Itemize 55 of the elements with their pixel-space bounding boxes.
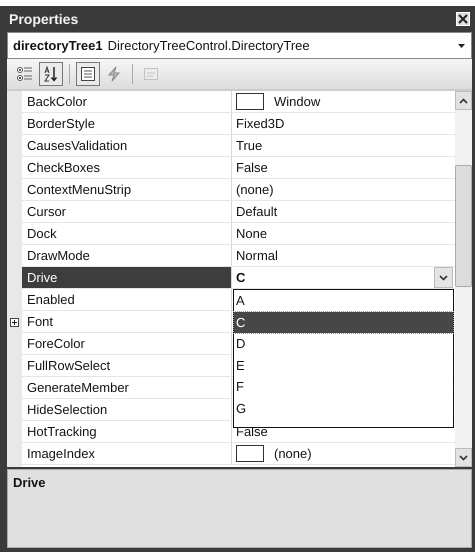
property-value[interactable]: False [236, 160, 268, 175]
property-name[interactable]: ForeColor [22, 333, 232, 354]
page-icon [143, 66, 159, 82]
close-icon[interactable] [456, 12, 470, 26]
property-name[interactable]: HotTracking [22, 421, 232, 442]
expand-icon[interactable] [10, 318, 19, 326]
property-value[interactable]: (none) [274, 446, 312, 461]
property-value[interactable]: None [236, 226, 268, 241]
property-name[interactable]: ImageIndex [22, 443, 232, 464]
scrollbar[interactable] [455, 91, 472, 467]
property-value[interactable]: Window [274, 94, 320, 109]
property-name[interactable]: BackColor [22, 91, 232, 112]
property-name[interactable]: Drive [22, 267, 232, 288]
property-name[interactable]: HideSelection [22, 399, 232, 420]
dropdown-option[interactable]: G [234, 398, 453, 419]
property-value[interactable]: Fixed3D [236, 116, 284, 131]
property-name[interactable]: CheckBoxes [22, 157, 232, 178]
scroll-down-button[interactable] [455, 448, 472, 467]
scrollbar-thumb[interactable] [455, 165, 472, 287]
property-name[interactable]: Enabled [22, 289, 232, 310]
property-value[interactable]: Default [236, 204, 278, 219]
list-icon [80, 66, 96, 82]
scroll-up-button[interactable] [455, 91, 472, 110]
chevron-down-icon [459, 454, 468, 460]
chevron-up-icon [459, 98, 468, 104]
property-value[interactable]: Normal [236, 248, 278, 263]
property-name[interactable]: DrawMode [22, 245, 232, 266]
property-name[interactable]: BorderStyle [22, 113, 232, 134]
sort-az-icon [43, 66, 59, 82]
property-name[interactable]: Dock [22, 223, 232, 244]
color-swatch [236, 445, 264, 462]
dropdown-option[interactable]: E [234, 354, 453, 376]
chevron-down-icon [439, 274, 448, 280]
dropdown-option[interactable]: F [234, 376, 453, 398]
description-title: Drive [13, 475, 46, 490]
alphabetical-button[interactable] [39, 62, 63, 86]
property-name[interactable]: Font [22, 311, 232, 332]
caret-icon [458, 44, 465, 48]
property-name[interactable]: Cursor [22, 201, 232, 222]
window-title: Properties [9, 11, 78, 27]
dropdown-button[interactable] [434, 267, 453, 288]
lightning-icon [106, 66, 122, 82]
property-name[interactable]: GenerateMember [22, 377, 232, 398]
property-value[interactable]: C [236, 270, 424, 285]
properties-button[interactable] [76, 62, 100, 86]
property-value[interactable]: True [236, 138, 262, 153]
categorized-icon [17, 66, 33, 82]
property-name[interactable]: FullRowSelect [22, 355, 232, 376]
property-name[interactable]: ContextMenuStrip [22, 179, 232, 200]
property-value[interactable]: (none) [236, 182, 274, 197]
property-name[interactable]: CausesValidation [22, 135, 232, 156]
dropdown-option[interactable]: C [234, 312, 453, 333]
object-selector[interactable]: directoryTree1 DirectoryTreeControl.DirectoryTree [7, 32, 472, 59]
dropdown-option[interactable]: D [234, 333, 453, 354]
dropdown-option[interactable]: A [234, 290, 453, 312]
